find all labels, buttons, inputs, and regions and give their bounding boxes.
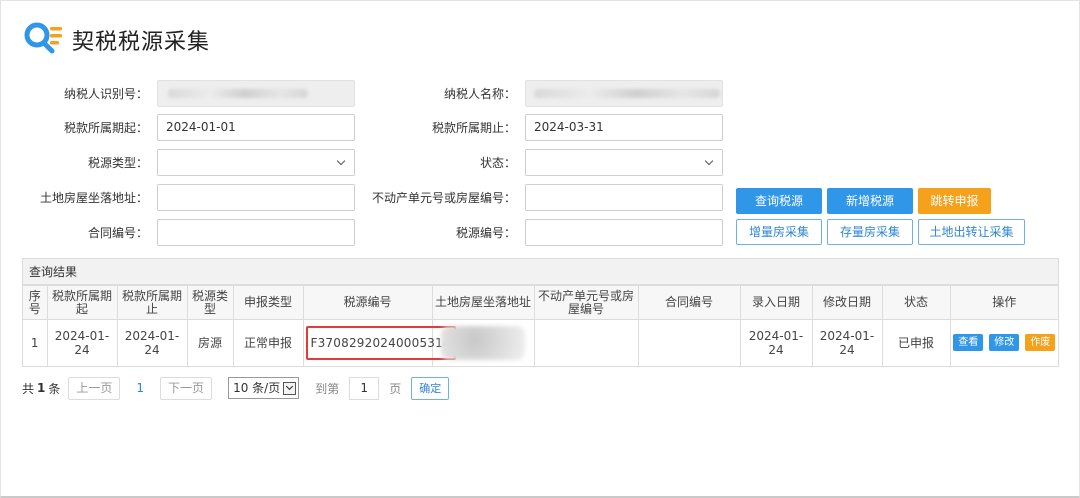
page-frame: [0, 0, 1080, 498]
col-header: 税源类型: [186, 285, 234, 320]
source-type-select[interactable]: [157, 149, 355, 176]
period-start-label: 税款所属期起：: [63, 121, 148, 135]
taxpayer-id-field: [157, 80, 355, 107]
total-suffix: 条: [48, 381, 61, 396]
view-button[interactable]: 查看: [953, 334, 984, 352]
col-header: 申报类型: [232, 285, 304, 320]
source-no-input[interactable]: [525, 219, 723, 246]
col-header: 操作: [949, 285, 1058, 320]
land-transfer-collect-button[interactable]: 土地出转让采集: [918, 219, 1025, 245]
period-end-label: 税款所属期止：: [431, 121, 516, 135]
search-list-icon: [22, 18, 66, 62]
redacted-address: [441, 325, 525, 360]
cell-contract-no: [637, 319, 741, 366]
col-header: 状态: [881, 285, 951, 320]
land-address-label: 土地房屋坐落地址：: [39, 191, 148, 205]
col-header: 税款所属期起: [46, 285, 118, 320]
page-title: 契税税源采集: [72, 30, 211, 55]
col-header: 录入日期: [739, 285, 813, 320]
confirm-goto-button[interactable]: 确定: [411, 376, 450, 400]
land-address-input[interactable]: [157, 184, 355, 211]
cell-land-address: [431, 319, 535, 366]
cell-actions: 查看 修改 作废: [949, 319, 1058, 366]
col-header: 序号: [23, 285, 48, 320]
chevron-down-icon: [283, 381, 297, 395]
jump-declare-button[interactable]: 跳转申报: [918, 188, 991, 214]
next-page-button[interactable]: 下一页: [160, 376, 213, 400]
col-header: 土地房屋坐落地址: [431, 285, 535, 320]
incremental-collect-button[interactable]: 增量房采集: [736, 219, 822, 245]
property-unit-input[interactable]: [525, 184, 723, 211]
taxpayer-id-label: 纳税人识别号：: [63, 87, 148, 101]
highlighted-source-no: F37082920240005314: [305, 325, 456, 360]
col-header: 合同编号: [637, 285, 741, 320]
cell-modify-date: 2024-01-24: [811, 319, 883, 366]
taxpayer-name-field: [525, 80, 723, 107]
cell-source-type: 房源: [186, 319, 234, 366]
redacted-value: [534, 89, 720, 98]
period-start-input[interactable]: 2024-01-01: [157, 114, 355, 141]
source-no-label: 税源编号：: [455, 226, 516, 240]
cell-period-end: 2024-01-24: [116, 319, 188, 366]
pagination: 共 1 条 上一页 1 下一页 10 条/页 到第 1 页 确定: [22, 376, 450, 400]
contract-no-input[interactable]: [157, 219, 355, 246]
table-header-row: 序号 税款所属期起 税款所属期止 税源类型 申报类型 税源编号 土地房屋坐落地址…: [23, 285, 1058, 320]
col-header: 修改日期: [811, 285, 883, 320]
goto-page-input[interactable]: 1: [349, 376, 380, 400]
status-label: 状态：: [479, 156, 516, 170]
contract-no-label: 合同编号：: [87, 226, 148, 240]
results-panel: 查询结果 序号 税款所属期起 税款所属期止 税源类型 申报类型 税源编号 土地房…: [22, 258, 1059, 367]
cell-source-no: F37082920240005314: [302, 319, 456, 366]
page-size-value: 10 条/页: [233, 381, 281, 395]
results-caption: 查询结果: [23, 259, 1058, 285]
results-table: 序号 税款所属期起 税款所属期止 税源类型 申报类型 税源编号 土地房屋坐落地址…: [23, 285, 1058, 366]
cell-entry-date: 2024-01-24: [739, 319, 813, 366]
cell-index: 1: [23, 319, 48, 366]
col-header: 税源编号: [302, 285, 433, 320]
total-count: 1: [37, 381, 46, 395]
void-button[interactable]: 作废: [1025, 334, 1056, 352]
add-source-button[interactable]: 新增税源: [827, 188, 913, 214]
stock-collect-button[interactable]: 存量房采集: [827, 219, 913, 245]
cell-period-start: 2024-01-24: [46, 319, 118, 366]
source-type-label: 税源类型：: [87, 156, 148, 170]
page-size-select[interactable]: 10 条/页: [228, 377, 300, 399]
table-row: 1 2024-01-24 2024-01-24 房源 正常申报 F3708292…: [23, 319, 1058, 366]
prev-page-button[interactable]: 上一页: [68, 376, 121, 400]
status-select[interactable]: [525, 149, 723, 176]
col-header: 不动产单元号或房屋编号: [533, 285, 639, 320]
query-source-button[interactable]: 查询税源: [736, 188, 822, 214]
goto-label: 到第: [315, 381, 340, 396]
period-end-input[interactable]: 2024-03-31: [525, 114, 723, 141]
col-header: 税款所属期止: [116, 285, 188, 320]
current-page[interactable]: 1: [136, 381, 144, 395]
page-unit-label: 页: [389, 381, 402, 396]
taxpayer-name-label: 纳税人名称：: [443, 87, 516, 101]
property-unit-label: 不动产单元号或房屋编号：: [371, 191, 516, 205]
cell-declare-type: 正常申报: [232, 319, 304, 366]
edit-button[interactable]: 修改: [989, 334, 1020, 352]
cell-status: 已申报: [881, 319, 951, 366]
total-prefix: 共: [22, 381, 35, 396]
cell-property-unit: [533, 319, 639, 366]
redacted-value: [168, 89, 308, 98]
page-header: 契税税源采集: [22, 18, 210, 62]
